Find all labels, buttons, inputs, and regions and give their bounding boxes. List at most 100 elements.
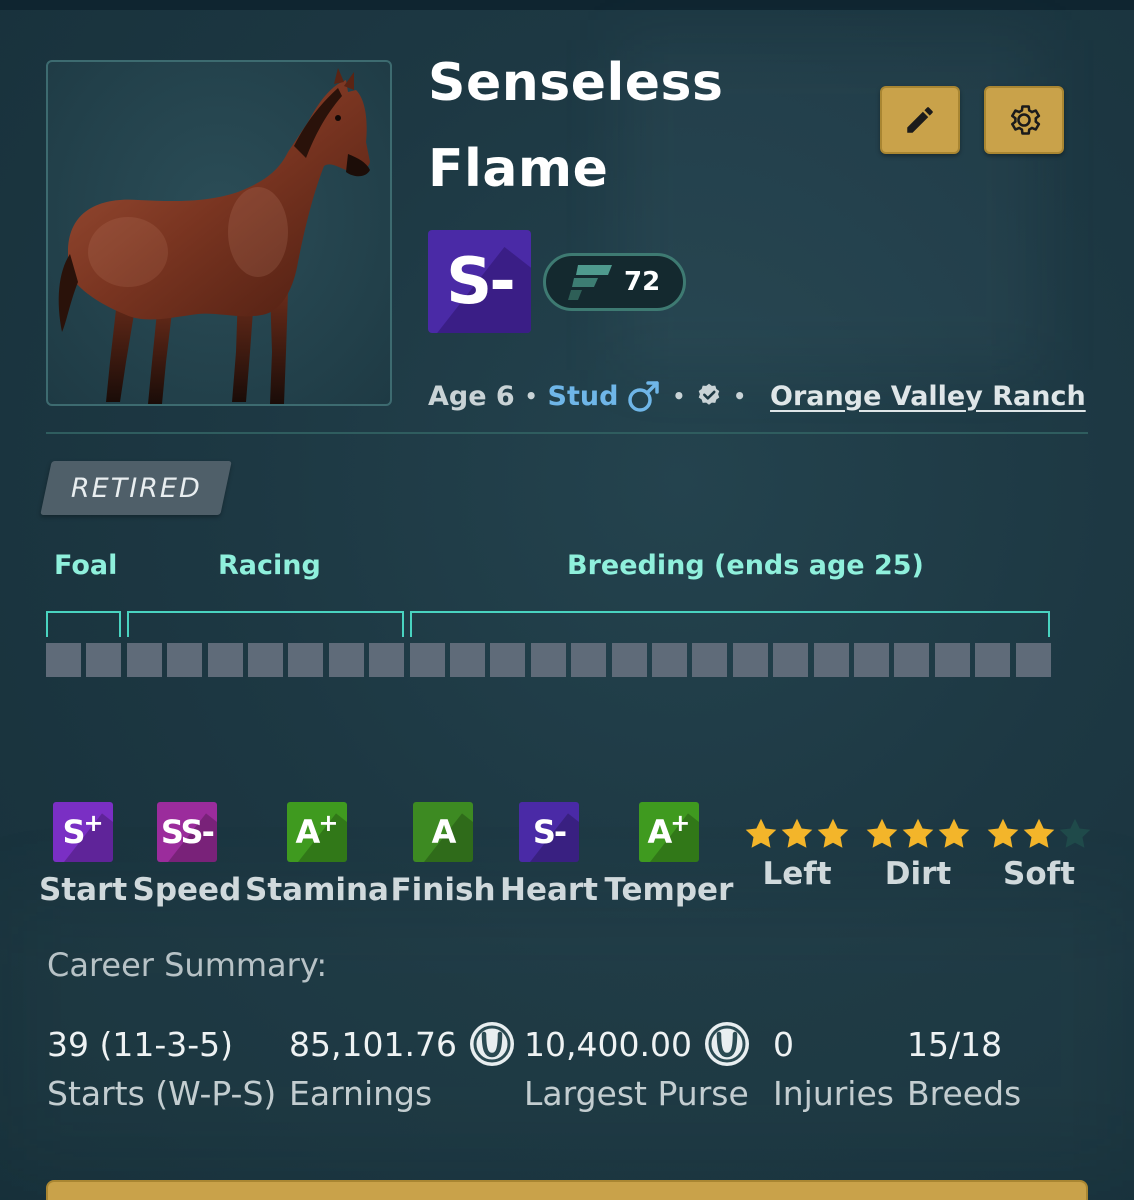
lifecycle-cell bbox=[571, 643, 606, 677]
overall-grade-badge: S- bbox=[428, 230, 531, 333]
lifecycle-cell bbox=[46, 643, 81, 677]
lifecycle-cell bbox=[329, 643, 364, 677]
lifecycle-cell bbox=[450, 643, 485, 677]
skill-grade-badge: S + bbox=[53, 802, 114, 862]
owner-link[interactable]: Orange Valley Ranch bbox=[770, 381, 1086, 412]
skill-grade-badge: A bbox=[413, 802, 474, 862]
age-text: Age 6 bbox=[428, 380, 515, 412]
skill-grade: S- bbox=[532, 813, 567, 851]
skill-grade-modifier: + bbox=[83, 809, 104, 837]
stage-label-foal: Foal bbox=[54, 550, 118, 581]
stage-bracket-racing bbox=[127, 611, 404, 637]
skill-grade-modifier: + bbox=[318, 809, 339, 837]
status-text: RETIRED bbox=[70, 472, 202, 504]
lifecycle-cell bbox=[410, 643, 445, 677]
star-rating bbox=[985, 814, 1093, 854]
rating-pill: 72 bbox=[543, 253, 686, 311]
preference-label: Dirt bbox=[884, 856, 952, 892]
career-stat-largest-purse: 10,400.00 Largest Purse bbox=[524, 1020, 750, 1113]
career-summary-title: Career Summary: bbox=[47, 946, 328, 984]
verified-icon bbox=[698, 383, 720, 405]
skill-temper: A + Temper bbox=[604, 802, 734, 908]
skill-grade-modifier: + bbox=[670, 809, 691, 837]
status-badge: RETIRED bbox=[40, 461, 232, 515]
lifecycle-cell bbox=[975, 643, 1010, 677]
horse-meta-line: Age 6 • Stud • • Orange Valley Ranch bbox=[428, 374, 1086, 418]
preference-label: Left bbox=[762, 856, 832, 892]
lifecycle-cell bbox=[692, 643, 727, 677]
star-icon bbox=[745, 818, 777, 848]
career-stat-value: 0 bbox=[773, 1024, 794, 1064]
skill-grade: A bbox=[431, 813, 457, 851]
stage-bracket-foal bbox=[46, 611, 121, 637]
star-icon bbox=[866, 818, 898, 848]
bottom-action-bar[interactable] bbox=[46, 1180, 1088, 1200]
skill-start: S + Start bbox=[39, 802, 127, 908]
lifecycle-cell bbox=[208, 643, 243, 677]
skill-label: Stamina bbox=[245, 872, 389, 908]
skill-grade-badge: A + bbox=[286, 802, 347, 862]
currency-icon bbox=[469, 1022, 514, 1066]
career-stat-starts-w-p-s: 39 (11-3-5) Starts (W-P-S) bbox=[47, 1020, 277, 1114]
skill-label: Finish bbox=[390, 872, 496, 908]
star-icon bbox=[987, 818, 1019, 848]
lifecycle-cell bbox=[86, 643, 121, 677]
skill-grade-badge: A + bbox=[638, 802, 699, 862]
star-icon bbox=[938, 818, 970, 848]
career-stat-breeds: 15/18 Breeds bbox=[907, 1020, 1022, 1114]
stage-label-breeding: Breeding (ends age 25) bbox=[567, 550, 924, 581]
separator-dot: • bbox=[524, 384, 538, 408]
career-stat-caption: Largest Purse bbox=[524, 1074, 749, 1113]
lifecycle-cell bbox=[854, 643, 889, 677]
career-stat-caption: Earnings bbox=[289, 1074, 433, 1113]
preference-label: Soft bbox=[1003, 856, 1075, 892]
lifecycle-cell bbox=[894, 643, 929, 677]
skill-label: Start bbox=[39, 872, 128, 908]
career-stat-caption: Starts (W-P-S) bbox=[47, 1074, 277, 1113]
separator-dot: • bbox=[733, 384, 747, 408]
horse-image bbox=[58, 68, 370, 404]
stage-bracket-breeding bbox=[410, 611, 1050, 637]
star-icon bbox=[1023, 818, 1055, 848]
star-icon bbox=[817, 818, 849, 848]
skill-grade-badge: SS- bbox=[156, 802, 217, 862]
career-stat-value: 39 (11-3-5) bbox=[47, 1024, 234, 1064]
skill-label: Heart bbox=[500, 872, 598, 908]
lifecycle-cell bbox=[935, 643, 970, 677]
separator-dot: • bbox=[672, 384, 686, 408]
lifecycle-cell bbox=[652, 643, 687, 677]
lifecycle-cell bbox=[733, 643, 768, 677]
lifecycle-cell bbox=[248, 643, 283, 677]
lifecycle-cell bbox=[531, 643, 566, 677]
top-bar bbox=[0, 0, 1134, 10]
lifecycle-cell bbox=[773, 643, 808, 677]
preference-dirt: Dirt bbox=[864, 814, 972, 892]
lifecycle-cell bbox=[167, 643, 202, 677]
star-icon bbox=[1059, 818, 1091, 848]
career-stat-value: 85,101.76 bbox=[289, 1020, 515, 1068]
pencil-icon bbox=[907, 107, 933, 133]
horse-name: Senseless Flame bbox=[428, 53, 724, 199]
star-rating bbox=[743, 814, 851, 854]
career-stat-caption: Breeds bbox=[907, 1074, 1022, 1113]
currency-icon bbox=[704, 1022, 749, 1066]
skill-grade: SS- bbox=[160, 813, 215, 851]
lifecycle-cell bbox=[1016, 643, 1051, 677]
career-stat-value: 15/18 bbox=[907, 1024, 1003, 1064]
sex-text: Stud bbox=[547, 380, 619, 412]
horse-portrait bbox=[46, 60, 392, 406]
star-icon bbox=[781, 818, 813, 848]
preference-soft: Soft bbox=[985, 814, 1093, 892]
edit-button[interactable] bbox=[880, 86, 960, 154]
skill-speed: SS- Speed bbox=[133, 802, 241, 908]
settings-button[interactable] bbox=[984, 86, 1064, 154]
skill-grade-badge: S- bbox=[519, 802, 579, 862]
skill-grade: A bbox=[647, 813, 672, 851]
male-icon bbox=[628, 381, 660, 412]
lifecycle-cell bbox=[288, 643, 323, 677]
skill-grade: A bbox=[295, 813, 321, 851]
gear-icon bbox=[1011, 105, 1041, 135]
skill-label: Temper bbox=[604, 872, 734, 908]
star-rating bbox=[864, 814, 972, 854]
lifecycle-timeline bbox=[46, 643, 1056, 677]
